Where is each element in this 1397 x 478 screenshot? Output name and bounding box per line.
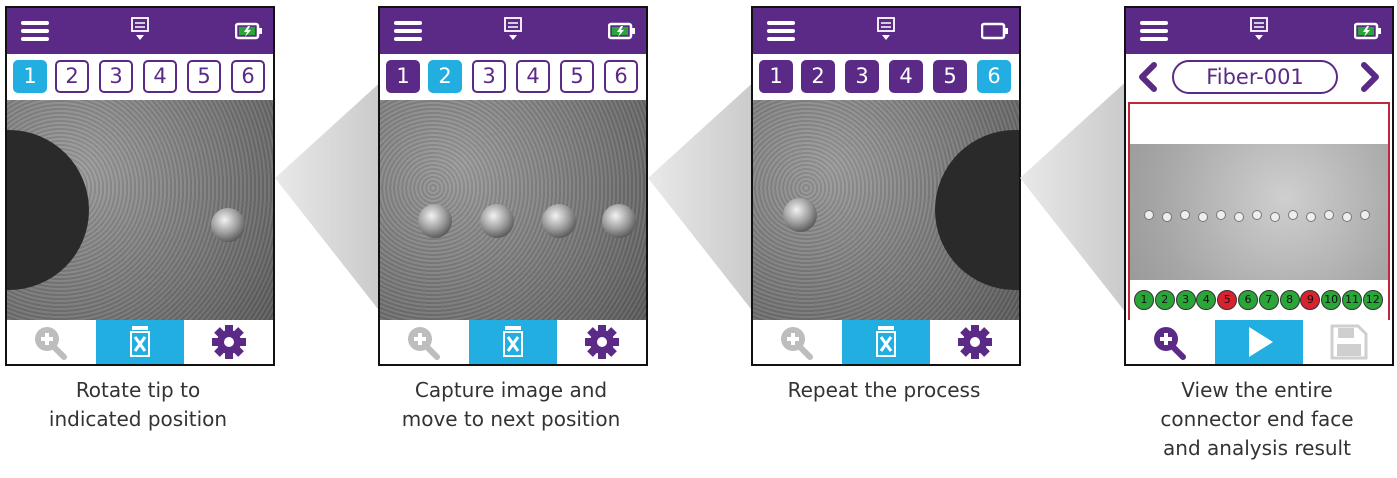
fiber-result-9[interactable]: 9 xyxy=(1300,290,1321,310)
caption-3: Repeat the process xyxy=(787,378,981,402)
zoom-in-icon xyxy=(1154,327,1186,360)
fiber-result-4[interactable]: 4 xyxy=(1196,290,1217,310)
zoom-in-icon xyxy=(35,327,67,360)
zoom-in-icon xyxy=(781,327,813,360)
fiber-result-5[interactable]: 5 xyxy=(1217,290,1238,310)
hamburger-icon[interactable] xyxy=(394,21,422,41)
delete-icon xyxy=(503,326,523,357)
position-tabs: 1 2 3 4 5 6 xyxy=(7,54,273,100)
connector-endface-image xyxy=(1130,144,1388,280)
chevron-right-icon[interactable] xyxy=(1358,62,1382,92)
gear-icon xyxy=(585,325,619,359)
settings-button[interactable] xyxy=(185,320,273,364)
battery-icon xyxy=(981,22,1008,40)
screen-1: 1 2 3 4 5 6 xyxy=(5,6,275,366)
top-bar xyxy=(753,8,1019,54)
position-tabs: 1 2 3 4 5 6 xyxy=(380,54,646,100)
zoom-button[interactable] xyxy=(753,320,841,364)
position-tab-4[interactable]: 4 xyxy=(889,60,923,93)
top-bar xyxy=(380,8,646,54)
settings-button[interactable] xyxy=(931,320,1019,364)
caption-1: Rotate tip to indicated position xyxy=(48,378,228,431)
delete-icon xyxy=(130,326,150,357)
position-tab-3[interactable]: 3 xyxy=(845,60,879,93)
caption-4: View the entire connector end face and ana… xyxy=(1160,378,1354,460)
endface-image xyxy=(753,100,1019,320)
position-tab-6[interactable]: 6 xyxy=(604,60,638,93)
flow-arrow-2 xyxy=(648,78,758,318)
battery-icon xyxy=(1354,22,1381,40)
fiber-result-7[interactable]: 7 xyxy=(1258,290,1279,310)
position-tab-2[interactable]: 2 xyxy=(55,60,89,93)
endface-image xyxy=(380,100,646,320)
position-tab-4[interactable]: 4 xyxy=(516,60,550,93)
top-bar xyxy=(7,8,273,54)
position-tab-1[interactable]: 1 xyxy=(13,60,47,93)
flow-arrow-3 xyxy=(1020,78,1130,318)
hamburger-icon[interactable] xyxy=(21,21,49,41)
screen-2: 1 2 3 4 5 6 xyxy=(378,6,648,366)
delete-button[interactable] xyxy=(96,320,184,364)
analysis-result: 1 2 3 4 5 6 7 8 9 10 11 12 xyxy=(1128,102,1390,328)
position-tab-4[interactable]: 4 xyxy=(143,60,177,93)
position-tab-1[interactable]: 1 xyxy=(386,60,420,93)
position-tab-3[interactable]: 3 xyxy=(472,60,506,93)
delete-button[interactable] xyxy=(842,320,930,364)
position-tab-6[interactable]: 6 xyxy=(977,60,1011,93)
fiber-results: 1 2 3 4 5 6 7 8 9 10 11 12 xyxy=(1134,290,1384,312)
battery-icon xyxy=(235,22,262,40)
position-tab-1[interactable]: 1 xyxy=(759,60,793,93)
bottom-toolbar xyxy=(753,320,1019,364)
fiber-result-12[interactable]: 12 xyxy=(1362,290,1383,310)
chevron-left-icon[interactable] xyxy=(1136,62,1160,92)
fiber-result-2[interactable]: 2 xyxy=(1154,290,1175,310)
bottom-toolbar xyxy=(7,320,273,364)
bottom-toolbar xyxy=(380,320,646,364)
fiber-name: Fiber-001 xyxy=(1172,60,1338,94)
fiber-result-10[interactable]: 10 xyxy=(1321,290,1342,310)
save-button[interactable] xyxy=(1304,320,1392,364)
zoom-in-icon xyxy=(408,327,440,360)
zoom-button[interactable] xyxy=(1126,320,1214,364)
position-tab-2[interactable]: 2 xyxy=(428,60,462,93)
fiber-navigator: Fiber-001 xyxy=(1126,54,1392,100)
bottom-toolbar xyxy=(1126,320,1392,364)
play-button[interactable] xyxy=(1215,320,1303,364)
remote-display-icon[interactable] xyxy=(127,16,153,44)
hamburger-icon[interactable] xyxy=(1140,21,1168,41)
position-tab-6[interactable]: 6 xyxy=(231,60,265,93)
position-tabs: 1 2 3 4 5 6 xyxy=(753,54,1019,100)
flow-arrow-1 xyxy=(275,78,385,318)
zoom-button[interactable] xyxy=(380,320,468,364)
delete-icon xyxy=(876,326,896,357)
remote-display-icon[interactable] xyxy=(500,16,526,44)
position-tab-5[interactable]: 5 xyxy=(560,60,594,93)
position-tab-5[interactable]: 5 xyxy=(187,60,221,93)
position-tab-3[interactable]: 3 xyxy=(99,60,133,93)
settings-button[interactable] xyxy=(558,320,646,364)
fiber-result-8[interactable]: 8 xyxy=(1279,290,1300,310)
remote-display-icon[interactable] xyxy=(873,16,899,44)
remote-display-icon[interactable] xyxy=(1246,16,1272,44)
position-tab-2[interactable]: 2 xyxy=(801,60,835,93)
battery-icon xyxy=(608,22,635,40)
hamburger-icon[interactable] xyxy=(767,21,795,41)
zoom-button[interactable] xyxy=(7,320,95,364)
gear-icon xyxy=(212,325,246,359)
caption-2: Capture image and move to next position xyxy=(401,378,621,431)
screen-3: 1 2 3 4 5 6 xyxy=(751,6,1021,366)
play-icon xyxy=(1249,327,1273,357)
fiber-result-11[interactable]: 11 xyxy=(1342,290,1362,310)
position-tab-5[interactable]: 5 xyxy=(933,60,967,93)
endface-image xyxy=(7,100,273,320)
gear-icon xyxy=(958,325,992,359)
top-bar xyxy=(1126,8,1392,54)
screen-4: Fiber-001 1 2 3 4 5 6 7 8 9 10 11 12 xyxy=(1124,6,1394,366)
fiber-result-3[interactable]: 3 xyxy=(1175,290,1196,310)
fiber-result-6[interactable]: 6 xyxy=(1238,290,1258,310)
fiber-result-1[interactable]: 1 xyxy=(1134,290,1154,310)
delete-button[interactable] xyxy=(469,320,557,364)
save-icon xyxy=(1330,324,1368,360)
